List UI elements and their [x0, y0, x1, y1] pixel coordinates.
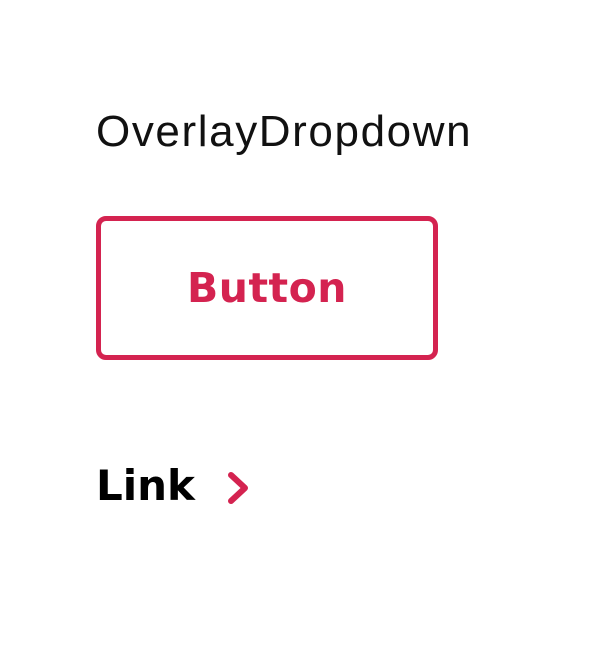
- primary-button[interactable]: Button: [96, 216, 438, 360]
- component-title: OverlayDropdown: [96, 107, 473, 156]
- link-label: Link: [96, 461, 195, 510]
- link[interactable]: Link: [96, 456, 255, 516]
- overlay-dropdown-preview: OverlayDropdown Button Link: [0, 0, 590, 648]
- button-label: Button: [187, 264, 347, 312]
- chevron-right-icon: [225, 468, 255, 508]
